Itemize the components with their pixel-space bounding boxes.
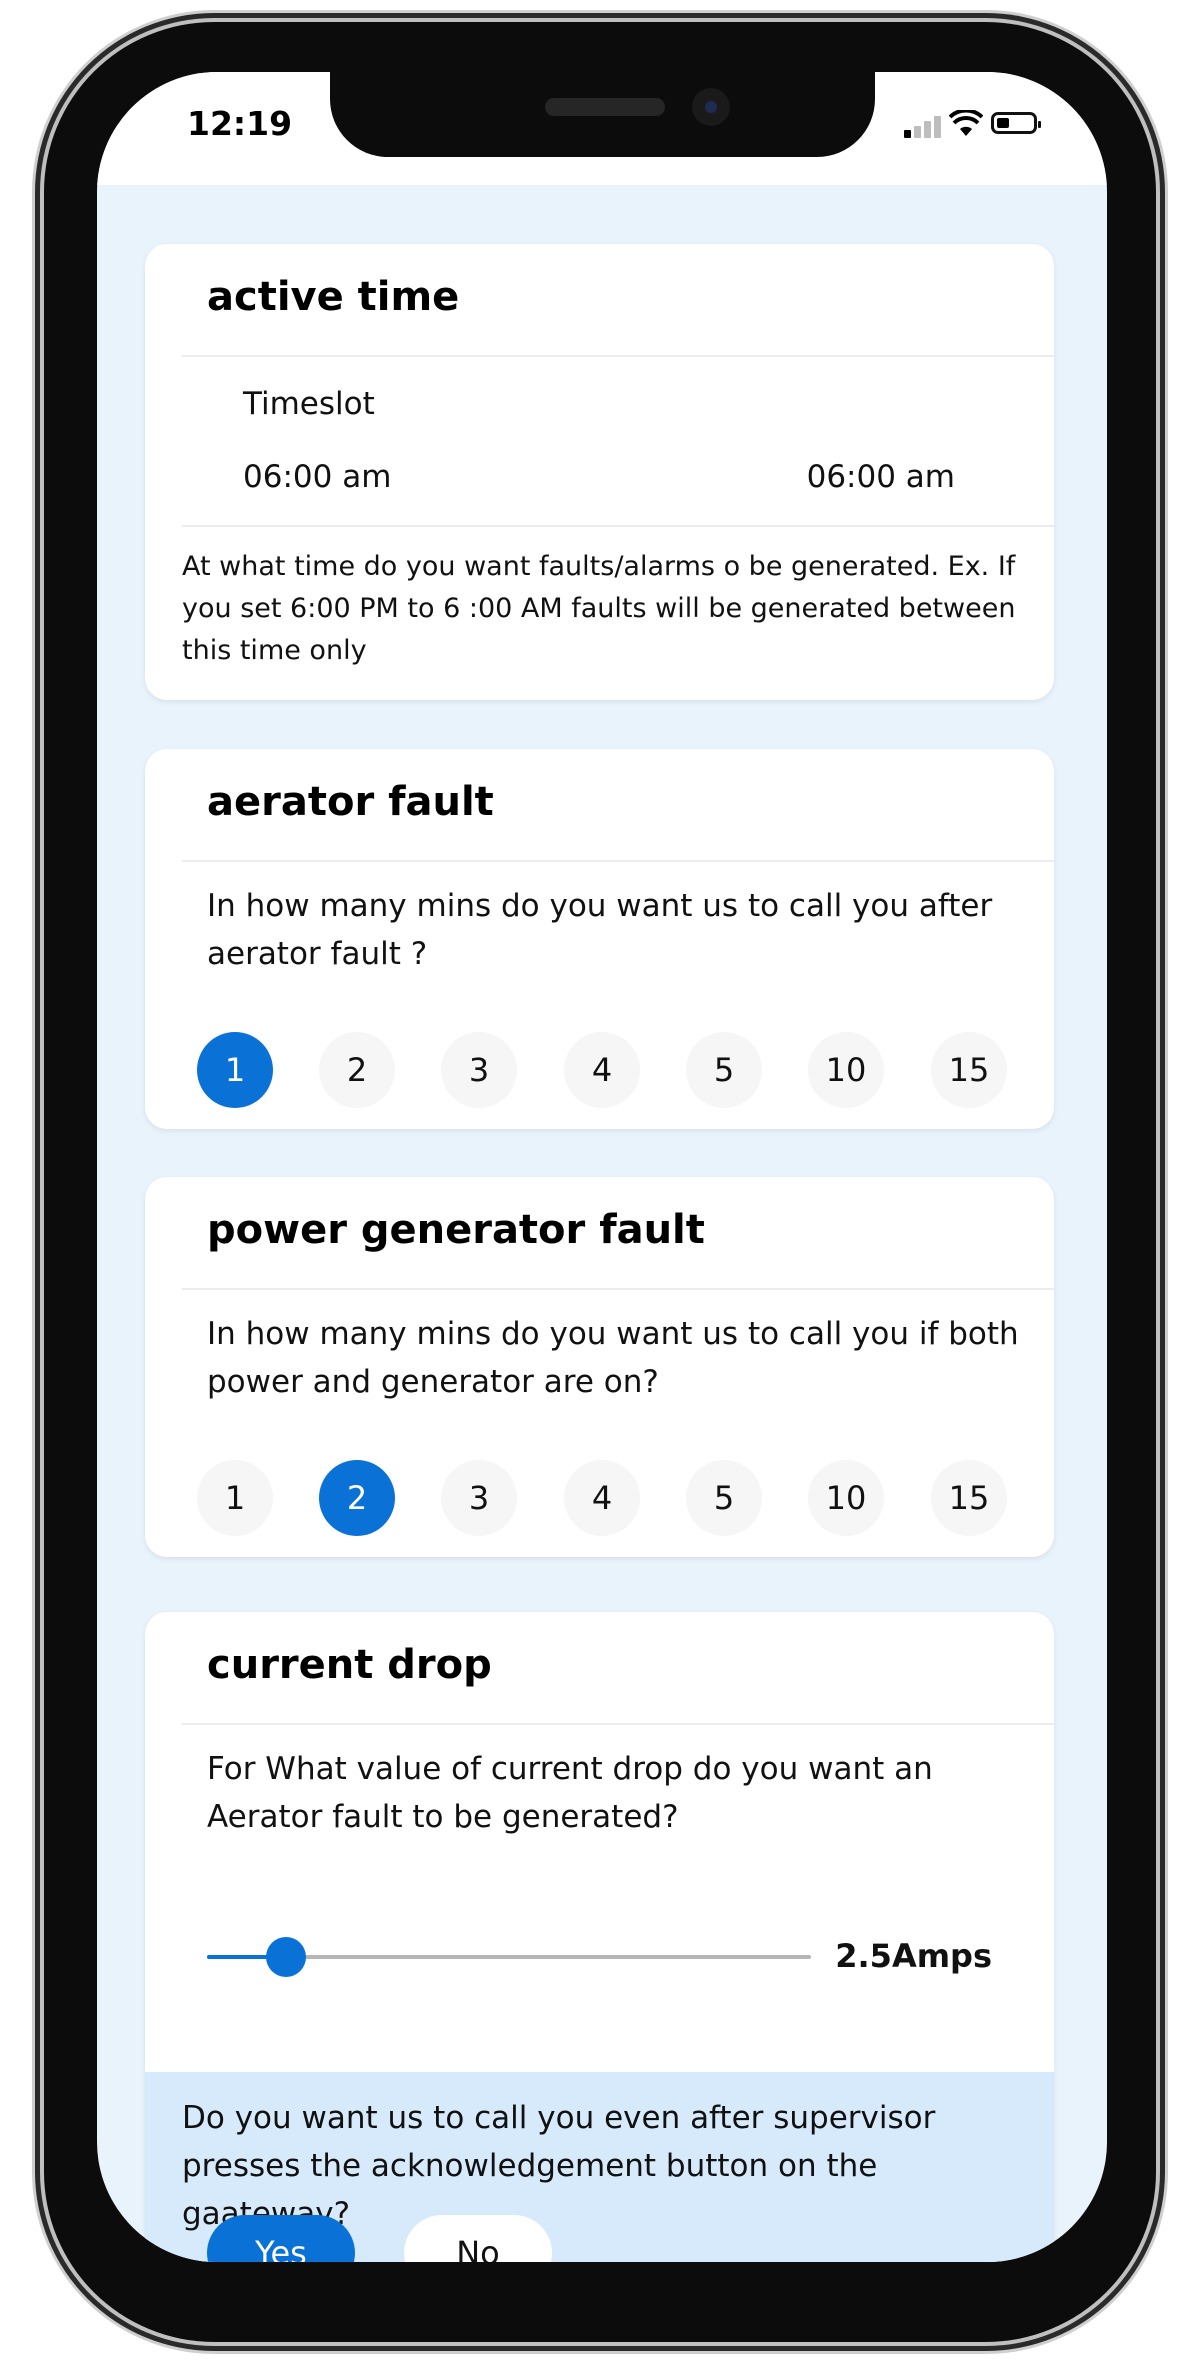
notch	[330, 72, 875, 157]
speaker	[545, 98, 665, 116]
aerator-fault-title: aerator fault	[207, 779, 494, 825]
end-time-field[interactable]: 06:00 am	[807, 459, 955, 495]
aerator-fault-card: aerator fault In how many mins do you wa…	[145, 749, 1054, 1129]
option-5[interactable]: 5	[686, 1460, 762, 1536]
option-15[interactable]: 15	[931, 1460, 1007, 1536]
divider	[182, 1288, 1054, 1290]
option-5[interactable]: 5	[686, 1032, 762, 1108]
battery-icon	[991, 112, 1041, 134]
current-drop-card: current drop For What value of current d…	[145, 1612, 1054, 2262]
volume-up-button	[33, 553, 43, 723]
screen: 12:19 active time Timeslot 06:00 am 06:0…	[97, 72, 1107, 2262]
status-bar: 12:19	[97, 72, 1107, 185]
front-camera	[692, 88, 730, 126]
yes-button[interactable]: Yes	[207, 2215, 355, 2262]
aerator-fault-question: In how many mins do you want us to call …	[207, 888, 993, 972]
power-generator-fault-title: power generator fault	[207, 1207, 705, 1253]
option-2[interactable]: 2	[319, 1032, 395, 1108]
silent-switch	[33, 388, 43, 472]
option-15[interactable]: 15	[931, 1032, 1007, 1108]
power-generator-fault-card: power generator fault In how many mins d…	[145, 1177, 1054, 1557]
option-1[interactable]: 1	[197, 1460, 273, 1536]
volume-down-button	[33, 772, 43, 942]
option-4[interactable]: 4	[564, 1460, 640, 1536]
aerator-fault-options: 1 2 3 4 5 10 15	[197, 1032, 1017, 1108]
option-10[interactable]: 10	[808, 1460, 884, 1536]
option-1[interactable]: 1	[197, 1032, 273, 1108]
option-2[interactable]: 2	[319, 1460, 395, 1536]
option-4[interactable]: 4	[564, 1032, 640, 1108]
active-time-card: active time Timeslot 06:00 am 06:00 am A…	[145, 244, 1054, 700]
power-generator-fault-question: In how many mins do you want us to call …	[207, 1316, 1019, 1400]
wifi-icon	[949, 110, 983, 136]
option-10[interactable]: 10	[808, 1032, 884, 1108]
status-time: 12:19	[187, 104, 293, 143]
current-drop-slider[interactable]	[207, 1937, 811, 1977]
current-drop-title: current drop	[207, 1642, 492, 1688]
acknowledgement-section: Do you want us to call you even after su…	[145, 2072, 1054, 2262]
current-drop-value: 2.5Amps	[835, 1937, 992, 1975]
no-button[interactable]: No	[404, 2215, 552, 2262]
slider-thumb[interactable]	[265, 1937, 306, 1977]
active-time-note: At what time do you want faults/alarms o…	[182, 551, 1016, 666]
divider	[182, 860, 1054, 862]
divider	[182, 355, 1054, 357]
power-button	[1156, 612, 1166, 880]
divider	[182, 525, 1054, 527]
cellular-signal-icon	[904, 116, 942, 138]
option-3[interactable]: 3	[441, 1032, 517, 1108]
current-drop-question: For What value of current drop do you wa…	[207, 1751, 933, 1835]
power-generator-fault-options: 1 2 3 4 5 10 15	[197, 1460, 1017, 1536]
divider	[182, 1723, 1054, 1725]
option-3[interactable]: 3	[441, 1460, 517, 1536]
active-time-title: active time	[207, 274, 460, 320]
start-time-field[interactable]: 06:00 am	[243, 459, 391, 495]
timeslot-label: Timeslot	[243, 386, 375, 422]
